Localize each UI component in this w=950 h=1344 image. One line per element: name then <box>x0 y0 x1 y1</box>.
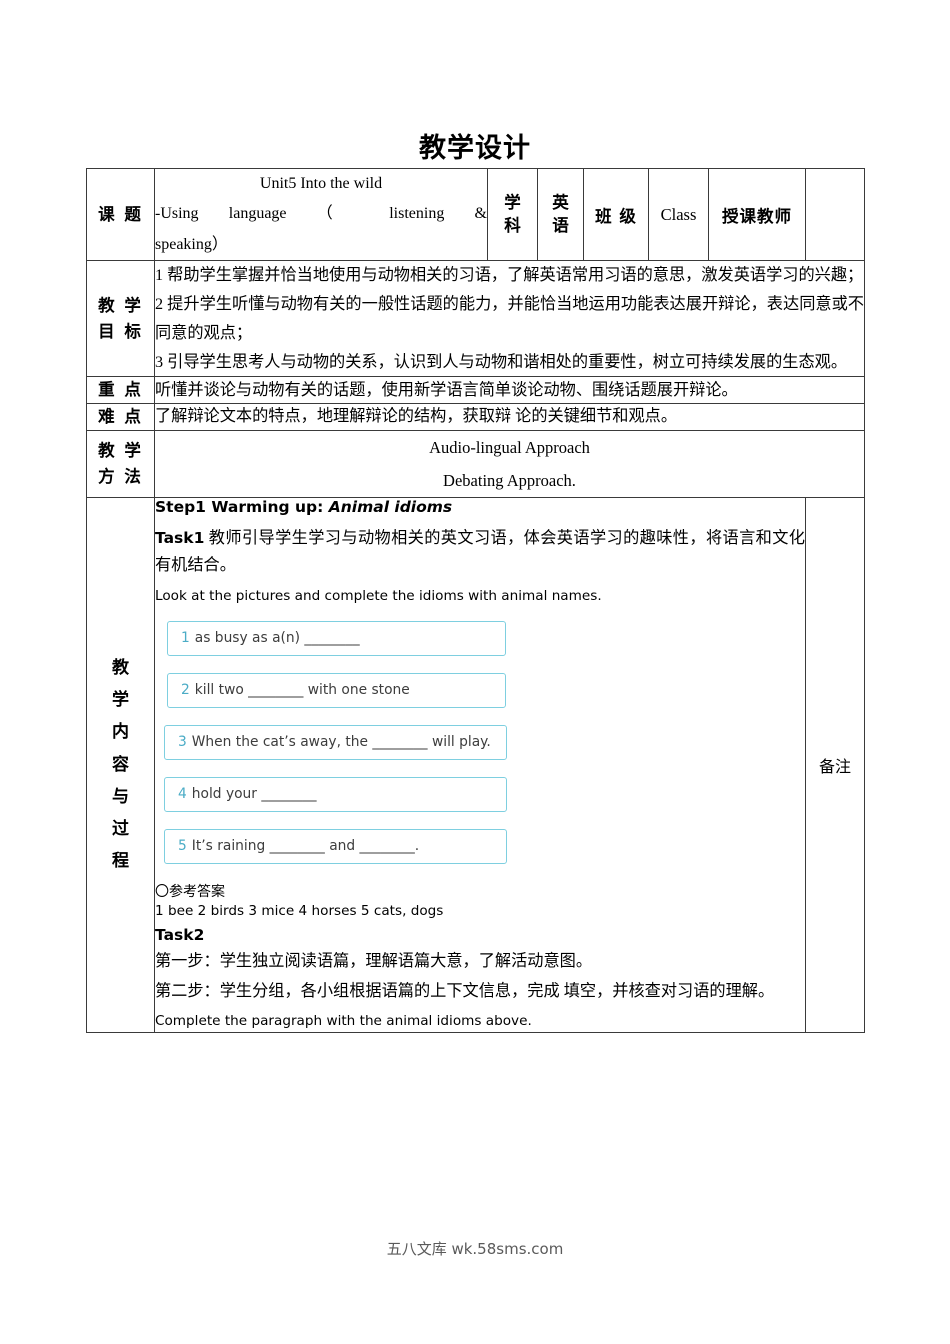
task2-label: Task2 <box>155 925 205 944</box>
keypoints-value-cell: 听懂并谈论与动物有关的话题，使用新学语言简单谈论动物、围绕话题展开辩论。 <box>154 376 865 405</box>
idiom-number-4: 4 <box>178 785 187 802</box>
topic-value-cell: Unit5 Into the wild -Using language （ li… <box>154 167 488 262</box>
idiom-text-3: When the cat’s away, the ________ will p… <box>191 733 491 750</box>
methods-label-line-2: 方 法 <box>98 466 143 486</box>
step1-heading-plain: Step1 Warming up: <box>155 497 329 516</box>
method-line-2: Debating Approach. <box>443 470 576 490</box>
content-body-cell: Step1 Warming up: Animal idioms Task1 教师… <box>154 496 806 1033</box>
step1-heading-italic: Animal idioms <box>328 497 453 516</box>
page-title: 教学设计 <box>419 133 531 164</box>
content-label-char-4: 容 <box>112 754 129 775</box>
subject-label-cell: 学 科 <box>487 167 538 262</box>
step1-heading: Step1 Warming up: Animal idioms <box>155 498 805 516</box>
topic-line-2: -Using language （ listening & <box>155 205 487 223</box>
methods-value-cell: Audio-lingual Approach Debating Approach… <box>154 429 865 498</box>
remark-column-cell: 备注 <box>805 496 865 1033</box>
methods-label-line-1: 教 学 <box>98 441 143 461</box>
method-line-1: Audio-lingual Approach <box>429 437 590 457</box>
objective-item-1: 1 帮助学生掌握并恰当地使用与动物相关的习语，了解英语常用习语的意思，激发英语学… <box>155 266 864 285</box>
lesson-plan-table: 课 题 Unit5 Into the wild -Using language … <box>86 167 865 1033</box>
content-label-char-1: 教 <box>112 657 129 678</box>
content-label-char-6: 过 <box>112 819 129 840</box>
subject-value-cell: 英 语 <box>537 167 584 262</box>
teacher-value-cell <box>805 167 865 262</box>
idiom-number-3: 3 <box>178 733 187 750</box>
objective-item-2: 2 提升学生听懂与动物有关的一般性话题的能力，并能恰当地运用功能表达展开辩论，表… <box>155 295 864 342</box>
answer-key-line: 1 bee 2 birds 3 mice 4 horses 5 cats, do… <box>155 902 444 919</box>
answer-key-heading: 〇参考答案 <box>155 883 225 900</box>
topic-line-3: speaking） <box>155 235 228 253</box>
row-label-topic: 课 题 <box>86 167 155 262</box>
table-row-content: 教 学 内 容 与 过 程 Step1 Warming up: Animal i… <box>86 496 865 1033</box>
task2-instruction: Complete the paragraph with the animal i… <box>155 1013 532 1030</box>
idiom-number-5: 5 <box>178 837 187 854</box>
task2-step-2: 第二步：学生分组，各小组根据语篇的上下文信息，完成 填空，并核查对习语的理解。 <box>155 981 775 1000</box>
table-row-methods: 教 学 方 法 Audio-lingual Approach Debating … <box>86 429 865 498</box>
subject-value-char-1: 英 <box>552 193 569 213</box>
task1-instruction: Look at the pictures and complete the id… <box>155 588 602 605</box>
idiom-text-2: kill two ________ with one stone <box>194 681 410 698</box>
topic-line-1: Unit5 Into the wild <box>259 175 383 192</box>
table-row-keypoints: 重 点 听懂并谈论与动物有关的话题，使用新学语言简单谈论动物、围绕话题展开辩论。 <box>86 376 865 405</box>
task1-line: Task1 教师引导学生学习与动物相关的英文习语，体会英语学习的趣味性，将语言和… <box>155 525 805 581</box>
document-page: 教学设计 课 题 Unit5 Into the wild -Using lang… <box>0 0 950 1344</box>
idiom-exercise-list: 1 as busy as a(n) ________ 2 kill two ____… <box>155 620 805 864</box>
table-row-difficulty: 难 点 了解辩论文本的特点，地理解辩论的结构，获取辩 论的关键细节和观点。 <box>86 403 865 431</box>
idiom-text-4: hold your ________ <box>191 785 317 802</box>
objectives-label-line-1: 教 学 <box>98 296 143 316</box>
idiom-text-1: as busy as a(n) ________ <box>194 629 360 646</box>
subject-label-char-2: 科 <box>504 215 521 235</box>
task1-text: 教师引导学生学习与动物相关的英文习语，体会英语学习的趣味性，将语言和文化有机结合… <box>155 528 805 575</box>
row-label-content: 教 学 内 容 与 过 程 <box>86 496 155 1033</box>
idiom-item-2: 2 kill two ________ with one stone <box>167 672 506 708</box>
table-row-objectives: 教 学 目 标 1 帮助学生掌握并恰当地使用与动物相关的习语，了解英语常用习语的… <box>86 260 865 378</box>
idiom-item-5: 5 It’s raining ________ and ________. <box>164 828 507 864</box>
idiom-item-3: 3 When the cat’s away, the ________ will … <box>164 724 507 760</box>
content-label-char-5: 与 <box>112 786 129 807</box>
footer-watermark: 五八文库 wk.58sms.com <box>386 1240 564 1258</box>
content-label-char-2: 学 <box>112 689 129 710</box>
idiom-number-2: 2 <box>181 681 190 698</box>
difficulty-value-cell: 了解辩论文本的特点，地理解辩论的结构，获取辩 论的关键细节和观点。 <box>154 403 865 431</box>
content-label-char-3: 内 <box>112 722 129 743</box>
class-label-cell: 班 级 <box>583 167 649 262</box>
idiom-number-1: 1 <box>181 629 190 646</box>
class-value-cell: Class <box>648 167 709 262</box>
idiom-text-5: It’s raining ________ and ________. <box>191 837 420 854</box>
task1-label: Task1 <box>155 528 205 547</box>
subject-label-char-1: 学 <box>504 193 521 213</box>
objectives-label-line-2: 目 标 <box>98 321 143 341</box>
idiom-item-4: 4 hold your ________ <box>164 776 507 812</box>
objectives-value-cell: 1 帮助学生掌握并恰当地使用与动物相关的习语，了解英语常用习语的意思，激发英语学… <box>154 260 865 378</box>
task2-step-1: 第一步：学生独立阅读语篇，理解语篇大意，了解活动意图。 <box>155 951 593 970</box>
objective-item-3: 3 引导学生思考人与动物的关系，认识到人与动物和谐相处的重要性，树立可持续发展的… <box>155 352 848 371</box>
content-label-char-7: 程 <box>112 851 129 872</box>
row-label-keypoints: 重 点 <box>86 376 155 405</box>
idiom-item-1: 1 as busy as a(n) ________ <box>167 620 506 656</box>
row-label-objectives: 教 学 目 标 <box>86 260 155 378</box>
teacher-label-cell: 授课教师 <box>708 167 806 262</box>
table-row-topic: 课 题 Unit5 Into the wild -Using language … <box>86 167 865 262</box>
row-label-difficulty: 难 点 <box>86 403 155 431</box>
row-label-methods: 教 学 方 法 <box>86 429 155 498</box>
subject-value-char-2: 语 <box>552 215 569 235</box>
